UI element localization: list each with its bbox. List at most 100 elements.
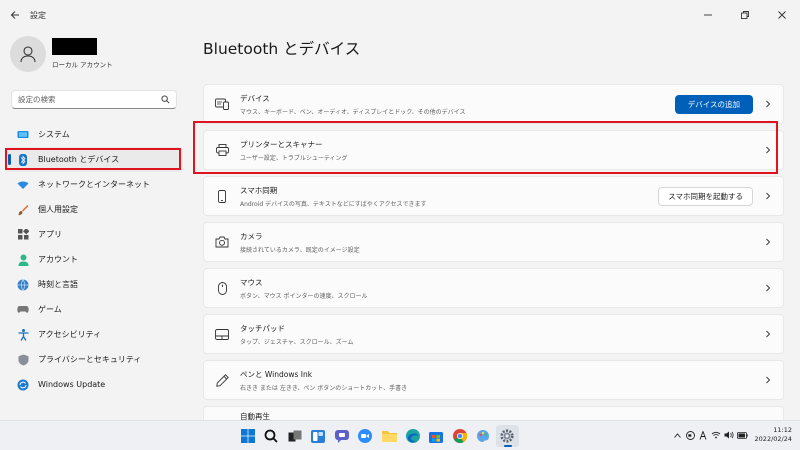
minimize-icon [703,14,712,16]
chevron-up-icon[interactable] [671,432,684,438]
close-button[interactable] [763,0,800,30]
back-button[interactable] [0,0,30,30]
sidebar-item-privacy[interactable]: プライバシーとセキュリティ [5,347,183,372]
teams-chat-icon[interactable] [330,425,353,447]
zoom-icon[interactable] [354,425,377,447]
open-phone-link-button[interactable]: スマホ同期を起動する [658,186,753,206]
phone-icon [204,189,240,203]
clock-date: 2022/02/24 [754,435,792,443]
sidebar-item-label: 時刻と言語 [38,280,78,289]
minimize-button[interactable] [689,0,726,30]
maximize-button[interactable] [726,0,763,30]
card-title: マウス [240,277,263,287]
printer-icon [204,144,240,156]
chevron-right-icon [753,284,783,292]
sidebar-item-label: アクセシビリティ [38,330,102,339]
clock[interactable]: 11:12 2022/02/24 [755,426,792,444]
camera-icon [204,236,240,248]
card-touchpad[interactable]: タッチパッド タップ、ジェスチャ、スクロール、ズーム [203,314,784,354]
ime-mode-icon[interactable] [697,430,710,440]
edge-icon[interactable] [401,425,424,447]
card-camera[interactable]: カメラ 接続されているカメラ、既定のイメージ設定 [203,222,784,262]
sidebar-item-label: アカウント [38,255,78,264]
widgets-icon[interactable] [307,425,330,447]
search-input[interactable]: 設定の検索 [18,94,161,105]
chevron-right-icon [753,376,783,384]
system-tray: 11:12 2022/02/24 [671,426,792,444]
devices-icon [204,98,240,110]
sidebar-item-label: システム [38,130,70,139]
redacted-username [52,38,97,55]
settings-list: デバイス マウス、キーボード、ペン、オーディオ、ディスプレイとドック、その他のデ… [203,84,784,426]
card-subtitle: Android デバイスの写真、テキストなどにすばやくアクセスできます [240,200,427,208]
card-title: スマホ同期 [240,185,278,195]
sidebar-item-time-language[interactable]: 時刻と言語 [5,272,183,297]
sidebar-item-apps[interactable]: アプリ [5,222,183,247]
controller-icon [17,304,29,316]
chevron-right-icon [753,146,783,154]
sidebar-item-accounts[interactable]: アカウント [5,247,183,272]
card-subtitle: 右きき または 左きき、ペン ボタンのショートカット、手書き [240,384,408,392]
person-icon [17,254,29,266]
arrow-left-icon [10,11,19,19]
chevron-right-icon [753,238,783,246]
accessibility-icon [17,328,29,341]
card-devices[interactable]: デバイス マウス、キーボード、ペン、オーディオ、ディスプレイとドック、その他のデ… [203,84,784,124]
card-printers-scanners[interactable]: プリンターとスキャナー ユーザー設定、トラブルシューティング [203,130,784,170]
sidebar-item-bluetooth[interactable]: Bluetooth とデバイス [5,147,183,172]
volume-icon[interactable] [723,431,736,439]
restore-icon [740,11,749,19]
sidebar-nav: システム Bluetooth とデバイス ネットワークとインターネット 個人用設… [5,122,183,397]
apps-icon [17,229,29,241]
card-title: デバイス [240,93,270,103]
chrome-icon[interactable] [448,425,471,447]
monitor-icon [17,129,29,141]
task-view-icon[interactable] [283,425,306,447]
search-icon[interactable] [260,425,283,447]
person-icon [20,46,36,63]
add-device-button[interactable]: デバイスの追加 [674,94,753,114]
sidebar-item-personalization[interactable]: 個人用設定 [5,197,183,222]
store-icon[interactable] [425,425,448,447]
settings-icon[interactable] [495,425,519,447]
card-title: カメラ [240,231,263,241]
account-type: ローカル アカウント [52,61,113,69]
windows-start-icon[interactable] [236,425,259,447]
bluetooth-icon [17,153,29,166]
sidebar-item-system[interactable]: システム [5,122,183,147]
mouse-icon [204,281,240,295]
taskbar-apps [236,425,519,447]
wifi-icon[interactable] [710,431,723,439]
paint-icon[interactable] [472,425,495,447]
sidebar: ローカル アカウント 設定の検索 システム Bluetooth とデバイス ネッ… [0,30,190,420]
wifi-icon [17,179,29,191]
sidebar-item-label: プライバシーとセキュリティ [38,355,142,364]
card-subtitle: ユーザー設定、トラブルシューティング [240,154,348,162]
card-mouse[interactable]: マウス ボタン、マウス ポインターの速度、スクロール [203,268,784,308]
file-explorer-icon[interactable] [378,425,401,447]
sidebar-item-label: ネットワークとインターネット [38,180,150,189]
sidebar-item-gaming[interactable]: ゲーム [5,297,183,322]
sidebar-item-label: Windows Update [38,380,106,389]
card-phone-link[interactable]: スマホ同期 Android デバイスの写真、テキストなどにすばやくアクセスできま… [203,176,784,216]
touchpad-icon [204,328,240,340]
pen-icon [204,373,240,387]
chevron-right-icon [753,330,783,338]
search-icon [161,95,170,104]
sidebar-item-accessibility[interactable]: アクセシビリティ [5,322,183,347]
card-title: タッチパッド [240,323,285,333]
title-bar: 設定 [0,0,800,30]
battery-icon[interactable] [736,431,749,439]
zoom-tray-icon[interactable] [684,430,697,440]
sidebar-item-label: Bluetooth とデバイス [38,155,120,164]
card-subtitle: 接続されているカメラ、既定のイメージ設定 [240,246,360,254]
page-title: Bluetooth とデバイス [203,40,361,58]
app-title: 設定 [30,10,46,20]
clock-time: 11:12 [773,426,792,434]
sidebar-item-windows-update[interactable]: Windows Update [5,372,183,397]
sidebar-item-network[interactable]: ネットワークとインターネット [5,172,183,197]
search-box[interactable]: 設定の検索 [11,90,177,109]
user-profile[interactable]: ローカル アカウント [10,36,113,72]
taskbar: 11:12 2022/02/24 [0,420,800,450]
card-pen-windows-ink[interactable]: ペンと Windows Ink 右きき または 左きき、ペン ボタンのショートカ… [203,360,784,400]
